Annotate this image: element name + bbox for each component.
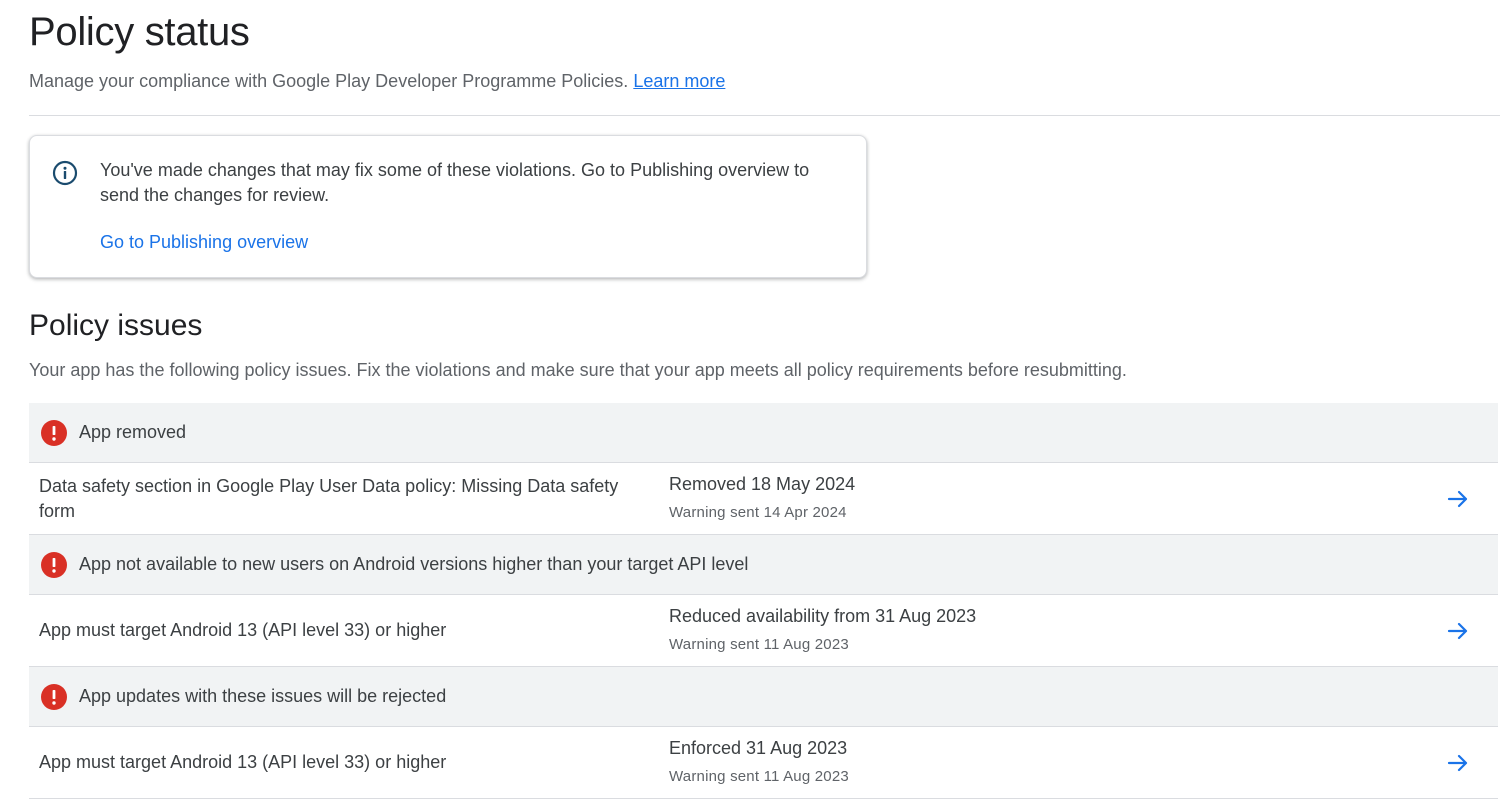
page-subtitle: Manage your compliance with Google Play … (29, 71, 725, 92)
notice-text: You've made changes that may fix some of… (100, 160, 810, 205)
header-divider (29, 115, 1500, 116)
changes-notice: You've made changes that may fix some of… (29, 135, 867, 278)
issue-warning-date: Warning sent 11 Aug 2023 (669, 636, 849, 653)
policy-issues-description: Your app has the following policy issues… (29, 360, 1127, 380)
error-icon (41, 551, 67, 578)
error-icon (41, 683, 67, 710)
issue-group-header: App removed (29, 403, 1498, 463)
issue-name: App must target Android 13 (API level 33… (39, 752, 447, 772)
error-icon (41, 419, 67, 446)
info-icon (52, 160, 78, 186)
arrow-right-icon[interactable] (1446, 487, 1470, 511)
issue-row[interactable]: App must target Android 13 (API level 33… (29, 595, 1498, 667)
issue-group-title: App removed (79, 422, 187, 442)
issue-row[interactable]: Data safety section in Google Play User … (29, 463, 1498, 535)
go-to-publishing-overview-link[interactable]: Go to Publishing overview (100, 232, 308, 253)
issue-warning-date: Warning sent 11 Aug 2023 (669, 768, 849, 785)
issue-warning-date: Warning sent 14 Apr 2024 (669, 504, 847, 521)
issue-name: Data safety section in Google Play User … (39, 475, 619, 521)
issue-status: Removed 18 May 2024 (669, 474, 856, 494)
issue-group-title: App not available to new users on Androi… (79, 554, 749, 574)
page-title: Policy status (29, 10, 250, 54)
issue-status: Reduced availability from 31 Aug 2023 (669, 606, 977, 626)
policy-issues-title: Policy issues (29, 309, 203, 342)
issue-row[interactable]: App must target Android 13 (API level 33… (29, 727, 1498, 799)
arrow-right-icon[interactable] (1446, 619, 1470, 643)
issue-group-title: App updates with these issues will be re… (79, 686, 447, 706)
arrow-right-icon[interactable] (1446, 751, 1470, 775)
issue-group-header: App not available to new users on Androi… (29, 535, 1498, 595)
subtitle-text: Manage your compliance with Google Play … (29, 71, 629, 91)
issue-name: App must target Android 13 (API level 33… (39, 620, 447, 640)
issue-status: Enforced 31 Aug 2023 (669, 738, 848, 758)
issue-group-header: App updates with these issues will be re… (29, 667, 1498, 727)
policy-issues-list: App removed Data safety section in Googl… (29, 403, 1498, 799)
learn-more-link[interactable]: Learn more (633, 71, 725, 91)
